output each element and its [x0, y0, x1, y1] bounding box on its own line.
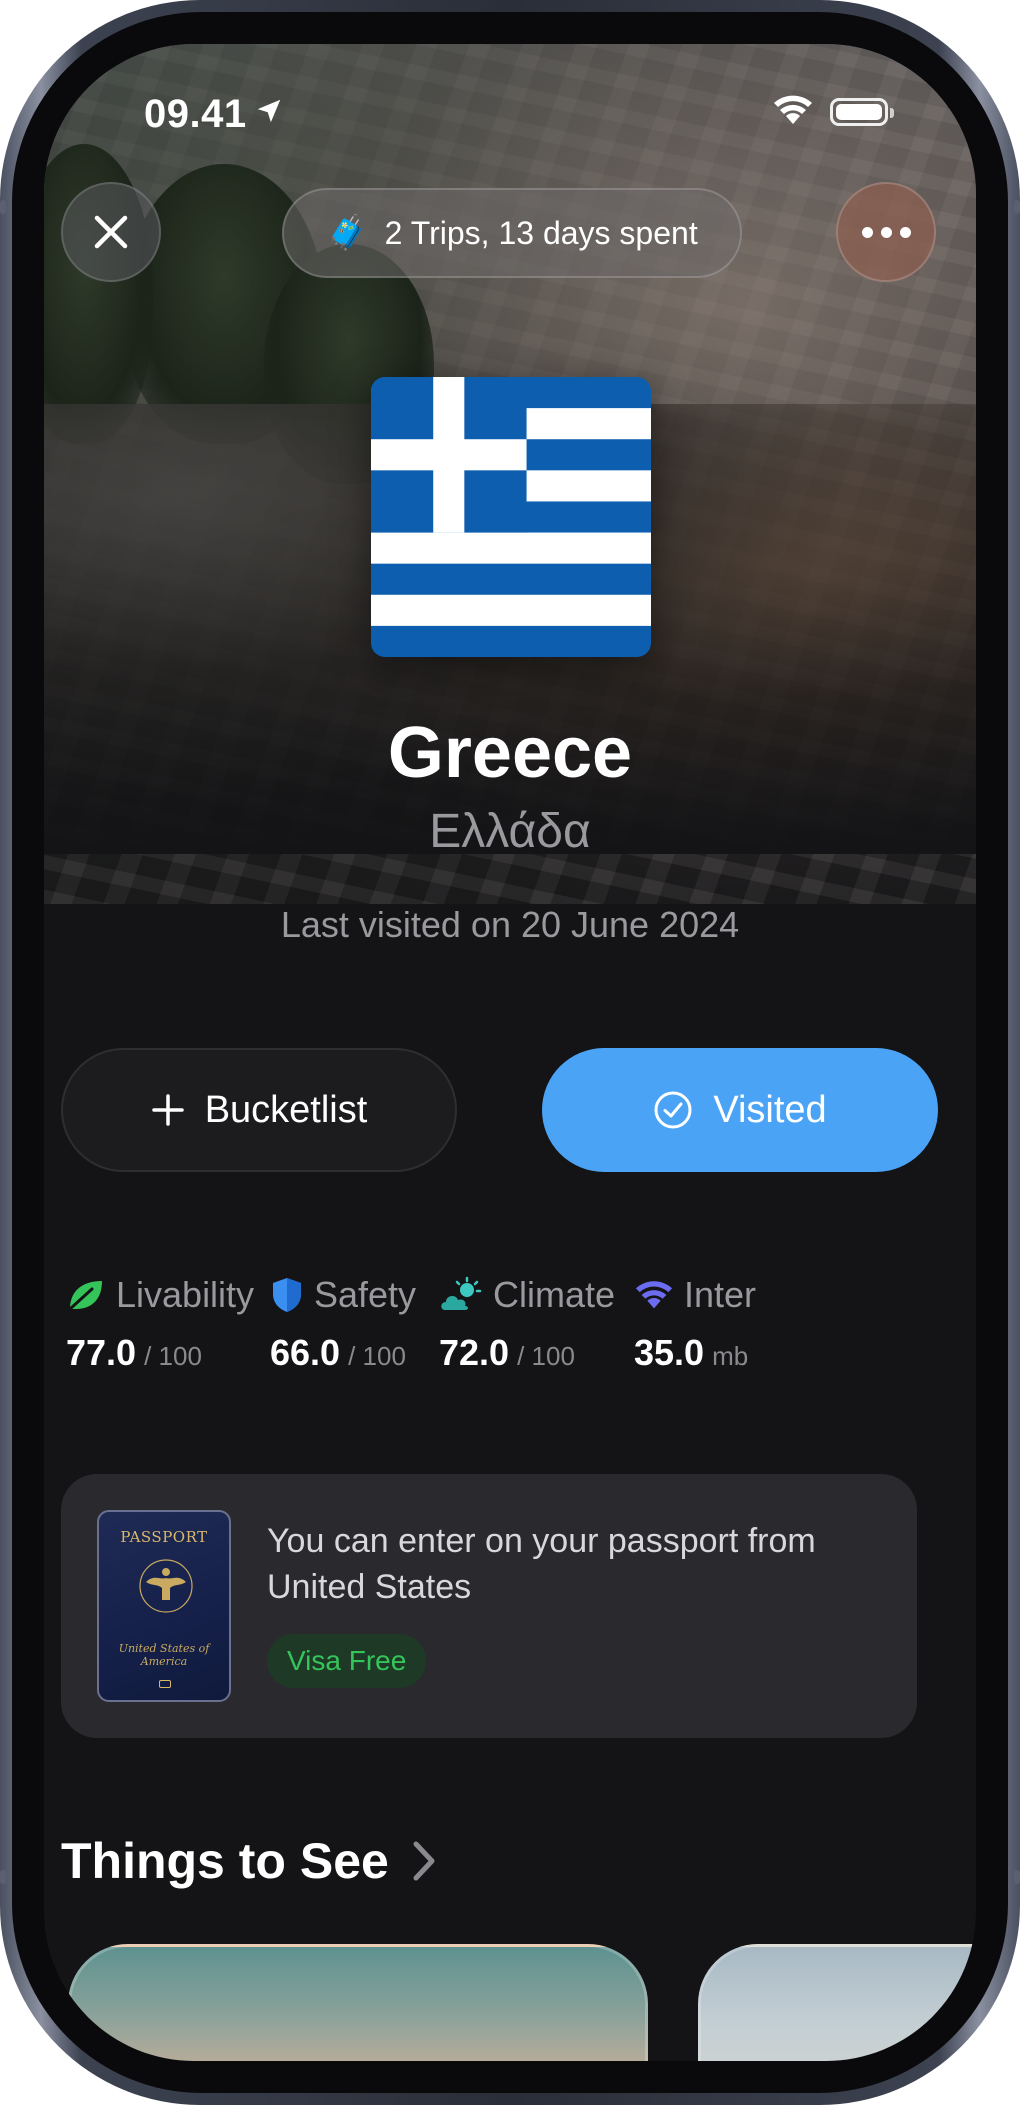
visited-button[interactable]: Visited: [542, 1048, 938, 1172]
trips-summary-pill[interactable]: 🧳 2 Trips, 13 days spent: [282, 188, 742, 278]
wifi-icon: [635, 1281, 673, 1309]
bucketlist-label: Bucketlist: [204, 1088, 368, 1131]
passport-cover-title: PASSPORT: [120, 1528, 208, 1546]
location-arrow-icon: [257, 99, 281, 123]
weather-icon: [441, 1276, 482, 1310]
greece-flag: [371, 377, 651, 657]
more-options-button[interactable]: [836, 182, 936, 282]
phone-side-button-left-2: [0, 1870, 6, 1884]
close-button[interactable]: [61, 182, 161, 282]
close-icon: [94, 215, 128, 249]
things-to-see-header[interactable]: Things to See: [61, 1832, 437, 1890]
chevron-right-icon: [413, 1841, 435, 1881]
shield-icon: [273, 1278, 301, 1312]
add-bucketlist-button[interactable]: Bucketlist: [61, 1048, 457, 1172]
app-screen: 09.41 🧳 2 Trips, 13 days spent Greece Ελ…: [44, 44, 976, 2061]
last-visited-text: Last visited on 20 June 2024: [280, 904, 740, 945]
stat-value: 66.0: [270, 1332, 341, 1373]
eagle-seal-icon: [139, 1559, 193, 1613]
more-icon-dot: [880, 226, 892, 238]
phone-side-button-right-2: [1014, 1870, 1020, 1884]
phone-side-button-right: [1014, 200, 1020, 214]
passport-entry-message: You can enter on your passport from Unit…: [267, 1522, 816, 1606]
status-time: 09.41: [144, 92, 247, 136]
stat-safety[interactable]: Safety 66.0/ 100: [270, 1274, 416, 1374]
passport-info-card[interactable]: PASSPORT United States of America You ca…: [61, 1474, 917, 1738]
suitcase-icon: 🧳: [326, 214, 369, 252]
visited-label: Visited: [713, 1088, 827, 1131]
plus-icon: [151, 1094, 184, 1126]
stat-label: Inter: [684, 1274, 757, 1315]
trips-summary-text: 2 Trips, 13 days spent: [384, 214, 698, 251]
leaf-icon: [68, 1281, 102, 1311]
attraction-card-image[interactable]: [68, 1944, 648, 2061]
attraction-card-image[interactable]: [698, 1944, 976, 2061]
country-stats-row[interactable]: Livability 77.0/ 100 Safety 66.0/ 100 Cl…: [44, 1274, 976, 1394]
stat-value: 77.0: [66, 1332, 137, 1373]
stat-unit: / 100: [348, 1341, 406, 1371]
more-icon-dot: [899, 226, 911, 238]
wifi-status-icon: [774, 95, 812, 124]
stat-unit: / 100: [517, 1341, 575, 1371]
stat-label: Livability: [116, 1274, 255, 1315]
check-circle-icon: [654, 1091, 692, 1129]
stat-climate[interactable]: Climate 72.0/ 100: [439, 1274, 615, 1374]
country-native-name: Ελλάδα: [429, 805, 591, 858]
passport-chip-icon: [159, 1680, 171, 1688]
passport-cover-country: United States of America: [118, 1642, 210, 1668]
stat-value: 72.0: [439, 1332, 510, 1373]
stat-livability[interactable]: Livability 77.0/ 100: [66, 1274, 254, 1374]
stat-value: 35.0: [634, 1332, 705, 1373]
phone-side-button-left: [0, 200, 6, 214]
visa-status-badge: Visa Free: [267, 1634, 427, 1688]
stat-label: Safety: [314, 1274, 417, 1315]
more-icon-dot: [861, 226, 873, 238]
country-name: Greece: [387, 713, 633, 793]
stat-unit: mb: [712, 1341, 749, 1371]
section-title: Things to See: [61, 1833, 389, 1889]
stat-unit: / 100: [144, 1341, 202, 1371]
battery-icon: [830, 98, 894, 126]
stat-internet[interactable]: Inter 35.0 mb: [634, 1274, 756, 1374]
passport-cover-image: PASSPORT United States of America: [97, 1510, 231, 1702]
phone-frame: 09.41 🧳 2 Trips, 13 days spent Greece Ελ…: [0, 0, 1020, 2105]
stat-label: Climate: [493, 1274, 616, 1315]
